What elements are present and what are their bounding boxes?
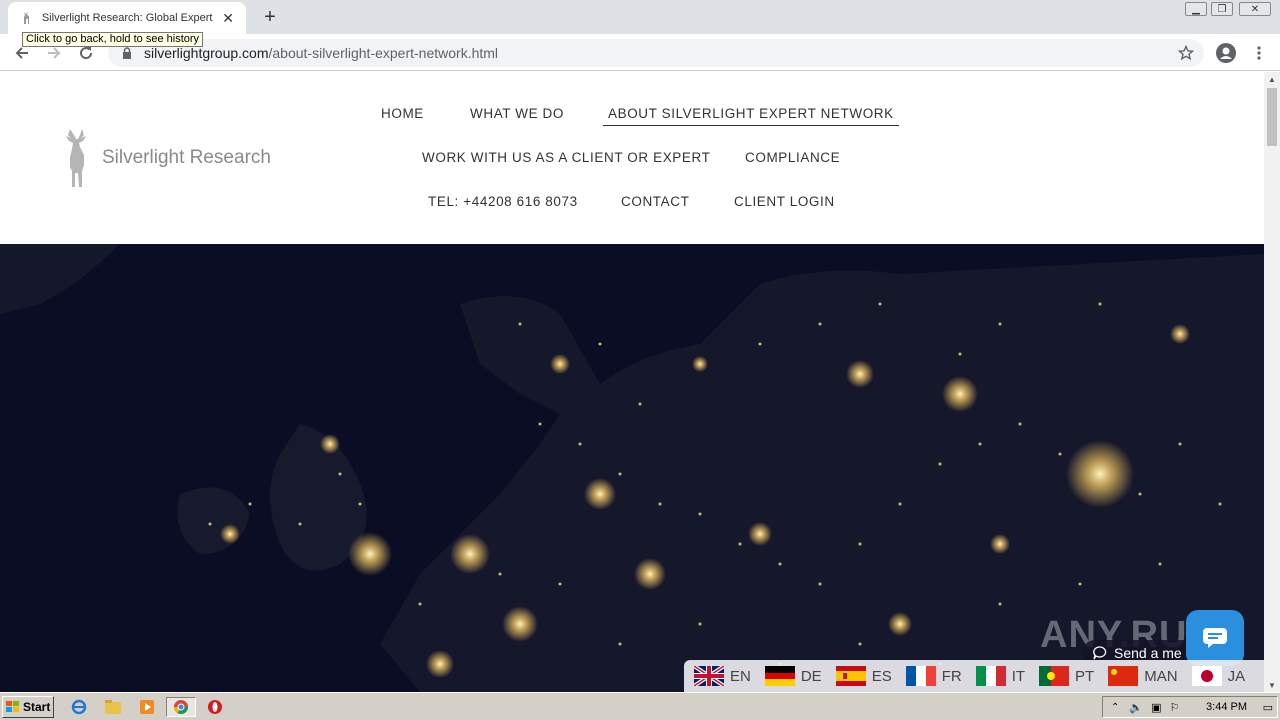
- opera-icon[interactable]: [204, 697, 226, 717]
- chat-widget-button[interactable]: [1186, 610, 1244, 666]
- windows-taskbar: Start ⌃ 🔈 ▣ ⚐ 3:44 PM ▭: [0, 692, 1280, 720]
- germany-flag-icon: [764, 666, 795, 686]
- nav-client-login[interactable]: CLIENT LOGIN: [734, 194, 835, 209]
- start-label: Start: [23, 700, 51, 714]
- nav-home[interactable]: HOME: [381, 106, 424, 121]
- media-player-icon[interactable]: [136, 697, 158, 717]
- scrollbar-thumb[interactable]: [1267, 88, 1277, 146]
- language-code: PT: [1075, 667, 1095, 685]
- web-page: Silverlight Research HOME WHAT WE DO ABO…: [0, 72, 1264, 692]
- menu-kebab-icon[interactable]: [1248, 42, 1270, 64]
- file-explorer-icon[interactable]: [102, 697, 124, 717]
- close-window-button[interactable]: ✕: [1238, 0, 1272, 18]
- chrome-taskbar-icon[interactable]: [166, 697, 196, 717]
- language-code: EN: [730, 667, 751, 685]
- uk-flag-icon: [694, 666, 724, 686]
- start-button[interactable]: Start: [2, 696, 54, 718]
- url-host: silverlightgroup.com: [144, 45, 269, 61]
- nav-work-with-us[interactable]: WORK WITH US AS A CLIENT OR EXPERT: [422, 150, 710, 165]
- volume-icon[interactable]: 🔈: [1129, 701, 1143, 714]
- nav-compliance[interactable]: COMPLIANCE: [745, 150, 840, 165]
- new-tab-icon[interactable]: +: [258, 5, 282, 29]
- language-code: DE: [800, 667, 822, 685]
- profile-avatar-icon[interactable]: [1215, 42, 1237, 64]
- language-pt[interactable]: PT: [1039, 666, 1094, 686]
- china-flag-icon: [1108, 666, 1139, 686]
- show-desktop-icon[interactable]: ▭: [1263, 701, 1273, 714]
- nav-what-we-do[interactable]: WHAT WE DO: [470, 106, 564, 121]
- screen: Silverlight Research: Global Expert N ✕ …: [0, 0, 1280, 720]
- lock-icon: [123, 47, 131, 59]
- language-code: JA: [1227, 667, 1246, 685]
- tab-close-icon[interactable]: ✕: [220, 10, 236, 26]
- url-path: /about-silverlight-expert-network.html: [268, 45, 499, 61]
- nav-about-silverlight-expert-network[interactable]: ABOUT SILVERLIGHT EXPERT NETWORK: [603, 106, 899, 126]
- language-switcher: EN DE ES FR IT PT MAN JA: [684, 660, 1264, 692]
- chat-bubble-icon: [1093, 646, 1107, 660]
- internet-explorer-icon[interactable]: [68, 697, 90, 717]
- browser-tab-strip: Silverlight Research: Global Expert N ✕ …: [0, 0, 1280, 34]
- scroll-down-icon[interactable]: ▼: [1264, 678, 1280, 692]
- language-de[interactable]: DE: [764, 666, 822, 686]
- site-header: Silverlight Research HOME WHAT WE DO ABO…: [0, 72, 1264, 244]
- scroll-up-icon[interactable]: ▲: [1264, 72, 1280, 86]
- language-es[interactable]: ES: [835, 666, 892, 686]
- stag-logo-icon: [66, 129, 86, 187]
- language-code: MAN: [1144, 667, 1178, 685]
- restore-window-button[interactable]: ❐: [1210, 0, 1234, 18]
- address-bar[interactable]: silverlightgroup.com/about-silverlight-e…: [108, 39, 1204, 67]
- network-icon[interactable]: ▣: [1151, 701, 1161, 714]
- back-button-tooltip: Click to go back, hold to see history: [22, 32, 204, 47]
- language-man[interactable]: MAN: [1108, 666, 1178, 686]
- italy-flag-icon: [975, 666, 1006, 686]
- page-scrollbar[interactable]: ▲ ▼: [1264, 72, 1280, 692]
- stag-favicon-icon: [18, 10, 34, 26]
- language-en[interactable]: EN: [694, 666, 751, 686]
- chat-prompt-text: Send a me: [1114, 645, 1182, 661]
- language-fr[interactable]: FR: [905, 666, 962, 686]
- tray-expand-icon[interactable]: ⌃: [1111, 702, 1119, 713]
- browser-tab[interactable]: Silverlight Research: Global Expert N ✕: [8, 2, 246, 34]
- logo-text: Silverlight Research: [102, 147, 271, 168]
- portugal-flag-icon: [1039, 666, 1070, 686]
- language-code: ES: [871, 667, 892, 685]
- france-flag-icon: [905, 666, 936, 686]
- url-text: silverlightgroup.com/about-silverlight-e…: [144, 45, 498, 61]
- tab-title: Silverlight Research: Global Expert N: [41, 12, 217, 24]
- site-logo[interactable]: Silverlight Research: [62, 127, 271, 189]
- language-ja[interactable]: JA: [1191, 666, 1246, 686]
- bookmark-star-icon[interactable]: [1175, 42, 1197, 64]
- nav-telephone[interactable]: TEL: +44208 616 8073: [428, 194, 578, 209]
- windows-logo-icon: [6, 701, 19, 712]
- japan-flag-icon: [1191, 666, 1222, 686]
- language-it[interactable]: IT: [975, 666, 1026, 686]
- taskbar-clock[interactable]: 3:44 PM: [1206, 701, 1247, 713]
- language-code: FR: [941, 667, 962, 685]
- spain-flag-icon: [835, 666, 866, 686]
- chat-icon: [1203, 628, 1227, 648]
- action-center-flag-icon[interactable]: ⚐: [1170, 701, 1180, 714]
- nav-contact[interactable]: CONTACT: [621, 194, 689, 209]
- minimize-window-button[interactable]: ▁: [1184, 0, 1208, 18]
- language-code: IT: [1011, 667, 1026, 685]
- system-tray: ⌃ 🔈 ▣ ⚐ 3:44 PM ▭: [1102, 696, 1278, 718]
